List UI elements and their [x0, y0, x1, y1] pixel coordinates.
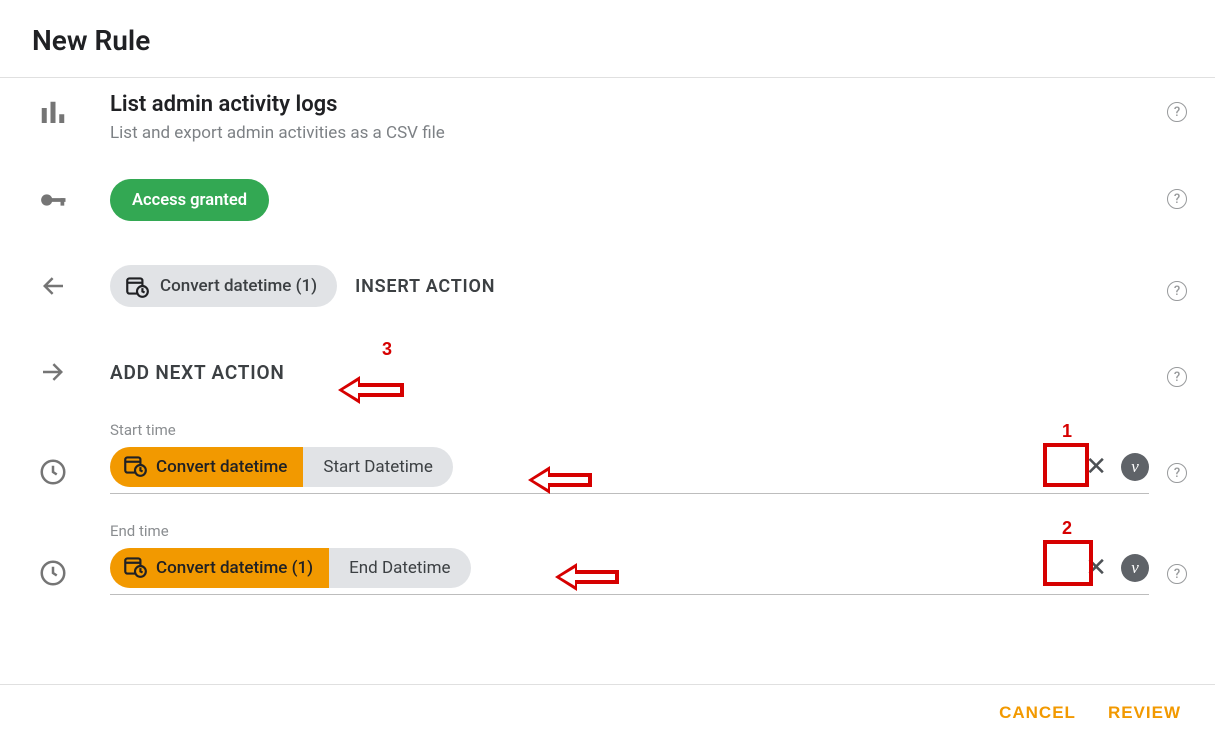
clear-end-time-button[interactable]: ✕ — [1079, 553, 1113, 583]
trigger-subtitle: List and export admin activities as a CS… — [110, 123, 1149, 143]
add-next-action-button[interactable]: ADD NEXT ACTION — [110, 361, 285, 384]
start-time-field[interactable]: Convert datetime Start Datetime ✕ v — [110, 447, 1149, 494]
end-time-field[interactable]: Convert datetime (1) End Datetime ✕ v — [110, 548, 1149, 595]
dialog-title: New Rule — [32, 24, 1183, 57]
arrow-right-icon — [28, 357, 78, 387]
trigger-row[interactable]: List admin activity logs List and export… — [0, 78, 1215, 157]
review-button[interactable]: REVIEW — [1108, 703, 1181, 723]
cancel-button[interactable]: CANCEL — [999, 703, 1076, 723]
end-token-value: End Datetime — [329, 548, 470, 588]
clock-icon — [28, 421, 78, 487]
variable-picker-end-button[interactable]: v — [1121, 554, 1149, 582]
end-time-label: End time — [110, 522, 1149, 540]
arrow-left-icon — [28, 271, 78, 301]
start-token-value: Start Datetime — [303, 447, 452, 487]
start-time-token[interactable]: Convert datetime Start Datetime — [110, 447, 453, 487]
help-icon[interactable]: ? — [1167, 189, 1187, 209]
before-action-pill[interactable]: Convert datetime (1) — [110, 265, 337, 307]
clock-icon — [28, 522, 78, 588]
end-time-row: End time Convert datetime (1) End Dateti… — [0, 508, 1215, 601]
end-time-token[interactable]: Convert datetime (1) End Datetime — [110, 548, 471, 588]
help-icon[interactable]: ? — [1167, 102, 1187, 122]
start-time-label: Start time — [110, 421, 1149, 439]
dialog-footer: CANCEL REVIEW — [0, 685, 1215, 745]
help-icon[interactable]: ? — [1167, 367, 1187, 387]
start-token-source: Convert datetime — [156, 457, 287, 477]
key-icon — [28, 179, 78, 215]
annotation-number-3: 3 — [382, 339, 392, 360]
rule-scroll-area[interactable]: List admin activity logs List and export… — [0, 78, 1215, 684]
condition-chip-label: Access granted — [132, 191, 247, 210]
help-icon[interactable]: ? — [1167, 281, 1187, 301]
variable-picker-start-button[interactable]: v — [1121, 453, 1149, 481]
calendar-clock-icon — [122, 452, 148, 483]
trigger-title: List admin activity logs — [110, 92, 1149, 117]
help-icon[interactable]: ? — [1167, 564, 1187, 584]
after-actions-row: ADD NEXT ACTION ? 3 — [0, 329, 1215, 415]
end-token-source: Convert datetime (1) — [156, 558, 313, 578]
before-action-pill-label: Convert datetime (1) — [160, 276, 317, 296]
calendar-clock-icon — [122, 553, 148, 584]
before-actions-row: Convert datetime (1) INSERT ACTION ? — [0, 243, 1215, 329]
bar-chart-icon — [28, 92, 78, 128]
start-time-row: Start time Convert datetime Start Dateti… — [0, 415, 1215, 508]
dialog-header: New Rule — [0, 0, 1215, 77]
condition-row[interactable]: Access granted ? — [0, 157, 1215, 243]
calendar-clock-icon — [124, 273, 150, 299]
condition-chip[interactable]: Access granted — [110, 179, 269, 221]
insert-action-button[interactable]: INSERT ACTION — [355, 276, 495, 297]
new-rule-dialog: New Rule List admin activity logs List a… — [0, 0, 1215, 745]
help-icon[interactable]: ? — [1167, 463, 1187, 483]
clear-start-time-button[interactable]: ✕ — [1079, 452, 1113, 482]
